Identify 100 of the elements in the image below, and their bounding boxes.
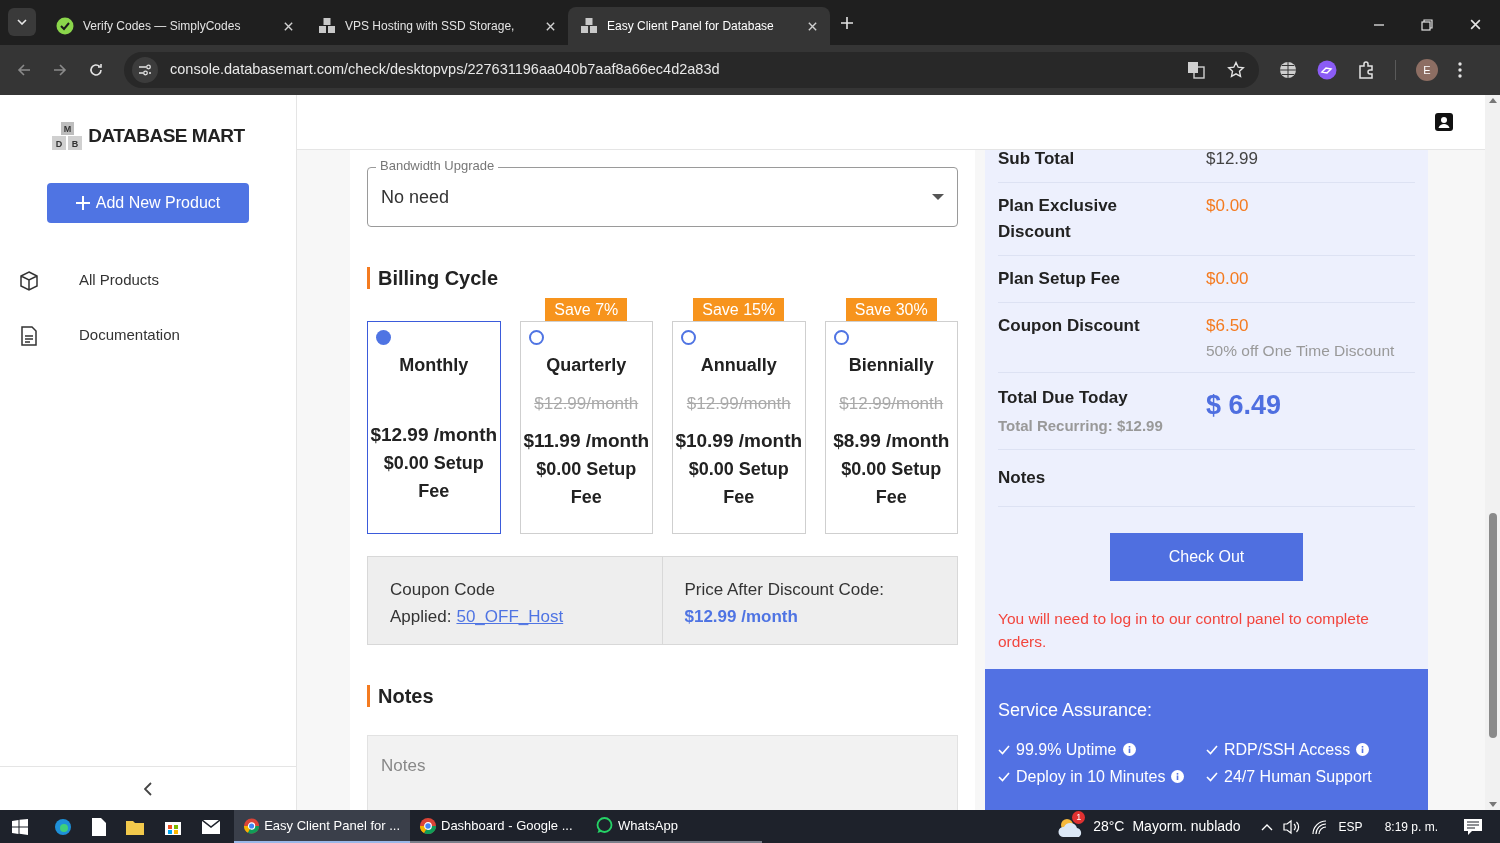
close-icon[interactable] — [545, 20, 556, 32]
check-icon — [998, 771, 1010, 782]
scroll-down-icon[interactable] — [1488, 802, 1497, 807]
cubes-icon — [318, 17, 336, 35]
browser-icon — [420, 817, 436, 834]
sidebar-item[interactable]: All Products — [0, 253, 296, 308]
menu-icon[interactable] — [1458, 62, 1462, 78]
billing-cycle-card[interactable]: Annually $12.99/month $10.99 /month $0.00 Setup Fee — [672, 321, 806, 534]
assurance-item: 24/7 Human Support — [1224, 766, 1372, 787]
language-indicator[interactable]: ESP — [1338, 817, 1363, 836]
notes-field[interactable]: Notes — [367, 735, 958, 810]
check-icon — [998, 744, 1010, 755]
new-tab-icon[interactable] — [840, 16, 854, 30]
tab-title: Easy Client Panel for Database — [607, 18, 775, 35]
assurance-title: Service Assurance: — [998, 698, 1154, 722]
add-new-product-button[interactable]: Add New Product — [47, 183, 249, 223]
scrollbar-thumb[interactable] — [1488, 513, 1497, 738]
document-icon — [18, 324, 40, 347]
original-price: $12.99/month — [686, 393, 791, 415]
section-heading: Billing Cycle — [378, 266, 499, 291]
info-icon[interactable] — [1171, 770, 1185, 784]
cycle-name: Annually — [700, 354, 777, 377]
tab-title: VPS Hosting with SSD Storage, — [345, 18, 516, 35]
info-icon[interactable] — [1356, 743, 1370, 757]
notifications-icon[interactable] — [1464, 818, 1482, 835]
chevron-down-icon — [17, 19, 27, 25]
total-recurring: Total Recurring: $12.99 — [998, 415, 1164, 436]
coupon-code-link[interactable]: 50_OFF_Host — [456, 603, 564, 630]
scrollbar-track[interactable] — [1485, 95, 1500, 810]
discount-note: 50% off One Time Discount — [1206, 341, 1395, 361]
wifi-icon[interactable] — [1310, 818, 1327, 835]
user-account-icon[interactable] — [1435, 113, 1453, 131]
site-settings-icon[interactable] — [138, 64, 152, 76]
weather-text: Mayorm. nublado — [1132, 817, 1241, 836]
browser-icon — [244, 817, 260, 834]
restore-icon[interactable] — [1421, 18, 1433, 31]
puzzle-icon[interactable] — [1357, 61, 1375, 79]
reload-icon[interactable] — [88, 62, 104, 78]
extension-icon[interactable] — [1317, 60, 1337, 80]
taskbar-app[interactable]: Easy Client Panel for ... — [234, 810, 410, 843]
original-price: $12.99/month — [839, 393, 944, 415]
back-icon[interactable] — [16, 62, 32, 78]
check-out-button[interactable]: Check Out — [1110, 532, 1303, 581]
close-icon[interactable] — [283, 20, 294, 32]
forward-icon[interactable] — [52, 62, 68, 78]
file-icon[interactable] — [92, 817, 106, 836]
globe-icon[interactable] — [1279, 61, 1297, 79]
cycle-price: $10.99 /month — [675, 428, 803, 453]
sidebar-item[interactable]: Documentation — [0, 308, 296, 363]
clock[interactable]: 8:19 p. m. — [1384, 817, 1438, 836]
billing-cycle-card[interactable]: Monthly $12.99 /month $0.00 Setup Fee — [367, 321, 501, 534]
cycle-price: $8.99 /month — [833, 428, 950, 453]
chat-icon — [596, 817, 613, 834]
profile-avatar[interactable]: E — [1416, 59, 1438, 81]
browser-tab[interactable]: VPS Hosting with SSD Storage, — [306, 7, 568, 45]
billing-cycle-card[interactable]: Biennially $12.99/month $8.99 /month $0.00 Setup Fee — [824, 321, 958, 534]
plus-icon — [75, 196, 90, 210]
cubes-icon — [580, 17, 598, 35]
temperature: 28°C — [1093, 817, 1125, 836]
check-icon — [1206, 744, 1218, 755]
cycle-price: $11.99 /month — [523, 428, 650, 453]
logo-text: DATABASE MART — [88, 123, 245, 148]
address-bar[interactable]: console.databasemart.com/check/desktopvps/227631196aa040b7aaf8a66ec4d2a83d — [124, 52, 1259, 88]
browser-tab[interactable]: Verify Codes — SimplyCodes — [44, 7, 306, 45]
save-badge: Save 30% — [845, 298, 937, 321]
section-heading: Notes — [378, 684, 434, 709]
radio-button[interactable] — [376, 330, 391, 345]
check-icon — [1206, 771, 1218, 782]
price-after-value: $12.99 /month — [684, 606, 799, 628]
radio-button[interactable] — [681, 330, 696, 345]
collapse-chevron-icon[interactable] — [144, 781, 152, 796]
taskbar-app[interactable]: WhatsApp — [586, 810, 762, 843]
assurance-item: RDP/SSH Access — [1224, 739, 1351, 760]
cycle-name: Quarterly — [546, 354, 627, 377]
browser-tab[interactable]: Easy Client Panel for Database — [568, 7, 830, 45]
star-icon[interactable] — [1227, 61, 1245, 79]
tab-title: Verify Codes — SimplyCodes — [83, 18, 242, 35]
taskbar-app[interactable]: Dashboard - Google ... — [410, 810, 586, 843]
close-icon[interactable] — [1469, 18, 1482, 31]
folder-icon[interactable] — [126, 818, 144, 835]
dropdown-caret-icon — [932, 194, 944, 200]
info-icon[interactable] — [1122, 743, 1136, 757]
summary-label: Sub Total — [998, 150, 1076, 170]
radio-button[interactable] — [528, 330, 544, 345]
start-icon[interactable] — [12, 818, 28, 835]
assurance-item: Deploy in 10 Minutes — [1016, 766, 1166, 787]
mail-icon[interactable] — [202, 819, 220, 834]
radio-button[interactable] — [833, 330, 849, 345]
close-icon[interactable] — [807, 20, 818, 32]
summary-value: $6.50 — [1206, 315, 1250, 337]
coupon-label: Coupon Code — [390, 579, 496, 601]
url-text: console.databasemart.com/check/desktopvps/227631196aa040b7aaf8a66ec4d2a83d — [170, 60, 721, 80]
volume-icon[interactable] — [1282, 818, 1301, 835]
billing-cycle-card[interactable]: Quarterly $12.99/month $11.99 /month $0.00 Setup Fee — [519, 321, 653, 534]
price-after-label: Price After Discount Code: — [684, 579, 885, 601]
scroll-up-icon[interactable] — [1488, 98, 1497, 103]
setup-fee: $0.00 Setup Fee — [687, 457, 790, 509]
chevron-up-icon[interactable] — [1260, 822, 1273, 831]
translate-icon[interactable] — [1187, 61, 1205, 79]
tab-list-button[interactable] — [8, 8, 36, 36]
